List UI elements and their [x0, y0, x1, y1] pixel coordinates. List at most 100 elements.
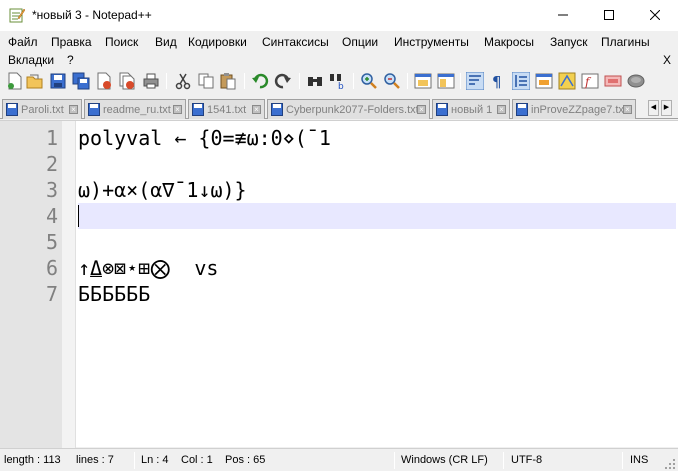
cut-icon[interactable] [174, 72, 192, 90]
fold-margin[interactable] [62, 121, 76, 448]
menu-bar: Файл Правка Поиск Вид Кодировки Синтакси… [0, 31, 678, 69]
status-encoding[interactable]: UTF-8 [511, 454, 542, 466]
chevron-right-icon: ▶ [663, 104, 670, 111]
menu-view[interactable]: Вид [155, 35, 177, 49]
tab-close-icon[interactable]: × [497, 105, 506, 114]
tab-readme-ru[interactable]: readme_ru.txt × [84, 99, 186, 119]
tab-close-icon[interactable]: × [69, 105, 78, 114]
zoom-out-icon[interactable] [383, 72, 401, 90]
redo-icon[interactable] [274, 72, 292, 90]
toolbar: b ¶ f [0, 69, 678, 95]
file-saved-icon [192, 103, 204, 116]
menu-help[interactable]: ? [67, 53, 74, 67]
menu-run[interactable]: Запуск [550, 35, 588, 49]
menu-edit[interactable]: Правка [51, 35, 92, 49]
paste-icon[interactable] [219, 72, 237, 90]
sync-vertical-scroll-icon[interactable] [414, 72, 432, 90]
status-eol-format[interactable]: Windows (CR LF) [401, 454, 488, 466]
tab-inproveZZpage7[interactable]: inProveZZpage7.txt × [512, 99, 636, 119]
minimize-icon [558, 14, 568, 16]
tab-cyberpunk-folders[interactable]: Cyberpunk2077-Folders.txt × [267, 99, 430, 119]
tab-label: readme_ru.txt [103, 103, 171, 116]
maximize-button[interactable] [586, 0, 632, 30]
record-macro-icon[interactable] [604, 72, 622, 90]
code-line[interactable] [78, 151, 676, 177]
menu-syntax[interactable]: Синтаксисы [262, 35, 329, 49]
save-all-icon[interactable] [72, 72, 90, 90]
tab-close-icon[interactable]: × [252, 105, 261, 114]
menu-encoding[interactable]: Кодировки [188, 35, 247, 49]
toolbar-separator [353, 73, 354, 89]
file-saved-icon [88, 103, 100, 116]
tab-novyi-1[interactable]: новый 1 × [432, 99, 510, 119]
tab-label: Paroli.txt [21, 103, 64, 116]
file-saved-icon [271, 103, 283, 116]
code-line[interactable] [78, 229, 676, 255]
tab-scroll-left-button[interactable]: ◀ [648, 100, 659, 116]
resize-grip-icon[interactable] [664, 458, 676, 470]
tab-close-icon[interactable]: × [173, 105, 182, 114]
close-window-button[interactable] [632, 0, 678, 30]
status-separator [134, 452, 135, 469]
maximize-icon [604, 10, 614, 20]
indent-guide-icon[interactable] [512, 72, 530, 90]
code-line-current[interactable] [78, 203, 676, 229]
minimize-button[interactable] [540, 0, 586, 30]
tab-close-icon[interactable]: × [623, 105, 632, 114]
code-line[interactable]: polyval ← {0=≢⍵:0⋄(¯1 [78, 125, 676, 151]
sync-horizontal-scroll-icon[interactable] [437, 72, 455, 90]
code-line[interactable]: ↑⍙⊗⊠⋆⊞⨂ vs [78, 255, 676, 281]
toolbar-separator [244, 73, 245, 89]
zoom-in-icon[interactable] [360, 72, 378, 90]
close-document-x[interactable]: X [663, 53, 671, 67]
line-number: 6 [45, 256, 58, 280]
status-lines: lines : 7 [76, 454, 114, 466]
show-all-characters-icon[interactable]: ¶ [489, 72, 507, 90]
code-line[interactable]: ⍵)+⍺×(⍺∇¯1↓⍵)} [78, 177, 676, 203]
code-line[interactable]: ББББББ [78, 281, 676, 307]
menu-file[interactable]: Файл [8, 35, 38, 49]
save-icon[interactable] [49, 72, 67, 90]
folder-as-workspace-icon[interactable]: f [581, 72, 599, 90]
copy-icon[interactable] [197, 72, 215, 90]
menu-tools[interactable]: Инструменты [394, 35, 469, 49]
status-insert-mode[interactable]: INS [630, 454, 648, 466]
text-caret [78, 205, 79, 227]
word-wrap-icon[interactable] [466, 72, 484, 90]
tab-scroll-right-button[interactable]: ▶ [661, 100, 672, 116]
file-saved-icon [436, 103, 448, 116]
tab-paroli[interactable]: Paroli.txt × [2, 99, 82, 119]
toolbar-separator [166, 73, 167, 89]
document-map-icon[interactable] [535, 72, 553, 90]
tab-close-icon[interactable]: × [417, 105, 426, 114]
menu-tabs[interactable]: Вкладки [8, 53, 54, 67]
find-icon[interactable] [306, 72, 324, 90]
editor-area[interactable]: 1 2 3 4 5 6 7 polyval ← {0=≢⍵:0⋄(¯1 ⍵)+⍺… [0, 120, 678, 448]
status-column: Col : 1 [181, 454, 213, 466]
new-file-icon[interactable] [6, 72, 24, 90]
close-file-icon[interactable] [95, 72, 113, 90]
tab-label: 1541.txt [207, 103, 247, 116]
menu-options[interactable]: Опции [342, 35, 378, 49]
notepad-plus-plus-icon [9, 8, 25, 23]
menu-plugins[interactable]: Плагины [601, 35, 650, 49]
menu-macros[interactable]: Макросы [484, 35, 534, 49]
replace-icon[interactable]: b [329, 72, 347, 90]
tab-label: Cyberpunk2077-Folders.txt [286, 103, 419, 116]
status-separator [394, 452, 395, 469]
function-list-icon[interactable] [558, 72, 576, 90]
file-saved-icon [516, 103, 528, 116]
tab-bar: Paroli.txt × readme_ru.txt × 1541.txt × … [0, 97, 678, 119]
status-separator [503, 452, 504, 469]
tab-1541[interactable]: 1541.txt × [188, 99, 265, 119]
tab-label: inProveZZpage7.txt [531, 103, 627, 116]
svg-text:b: b [338, 82, 344, 90]
stop-recording-icon[interactable] [627, 72, 645, 90]
close-all-icon[interactable] [118, 72, 136, 90]
print-icon[interactable] [142, 72, 160, 90]
window-title: *новый 3 - Notepad++ [32, 8, 152, 22]
undo-icon[interactable] [251, 72, 269, 90]
open-file-icon[interactable] [26, 72, 44, 90]
menu-search[interactable]: Поиск [105, 35, 138, 49]
toolbar-separator [299, 73, 300, 89]
